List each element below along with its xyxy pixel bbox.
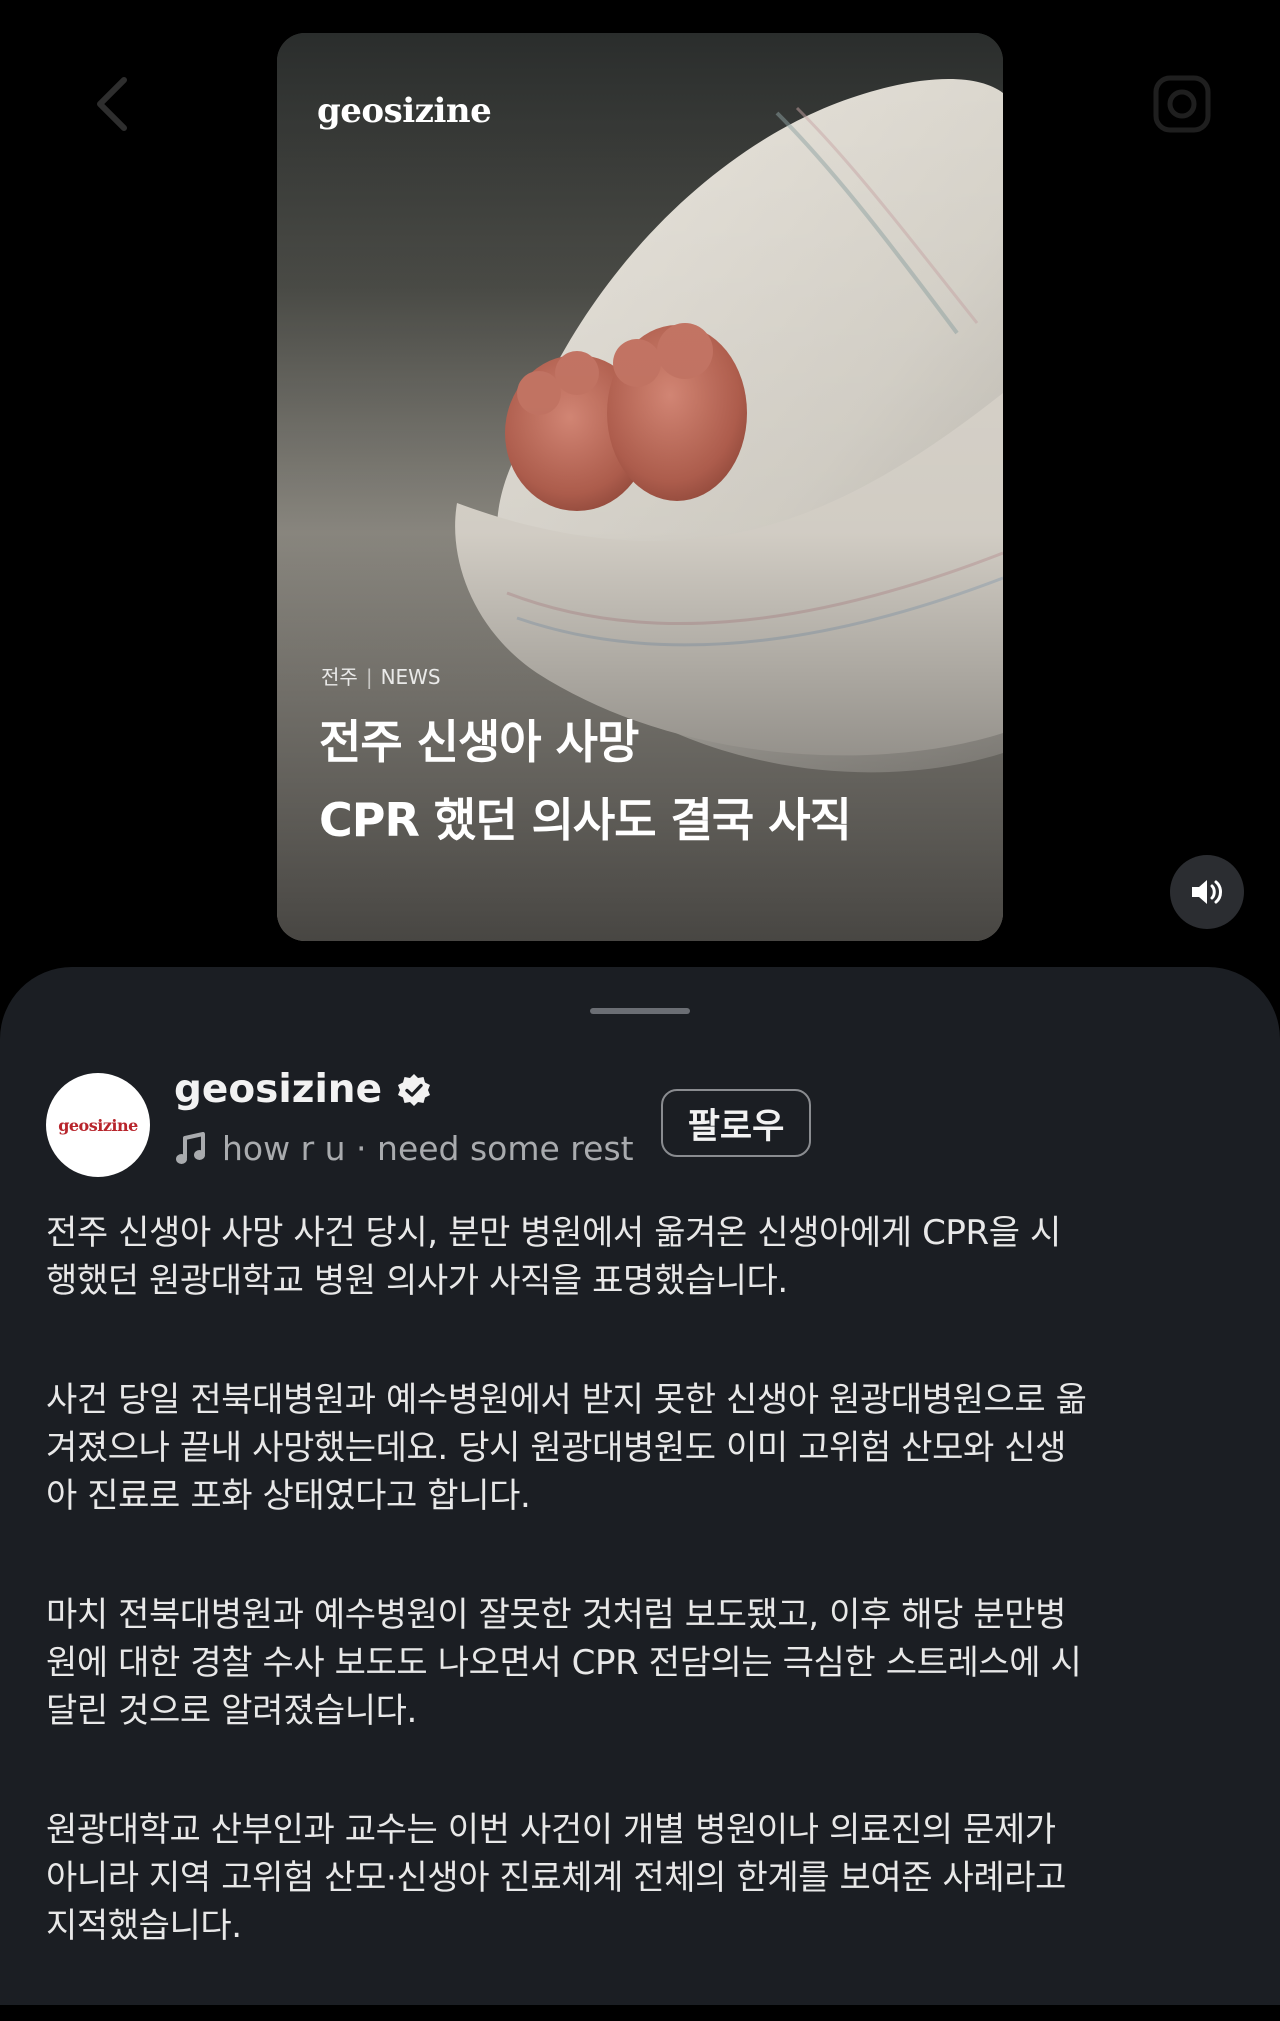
caption-line: 겨졌으나 끝내 사망했는데요. 당시 원광대병원도 이미 고위험 산모와 신생: [46, 1428, 1067, 1468]
music-note-icon: [176, 1131, 205, 1164]
account-name[interactable]: geosizine: [174, 1067, 432, 1112]
caption-line: 아 진료로 포화 상태였다고 합니다.: [46, 1476, 531, 1516]
caption-line: 달린 것으로 알려졌습니다.: [46, 1691, 417, 1731]
avatar[interactable]: geosizine: [46, 1073, 150, 1177]
avatar-logo-text: geosizine: [58, 1115, 138, 1135]
verified-badge-icon: [398, 1073, 431, 1106]
caption-line: 전주 신생아 사망 사건 당시, 분만 병원에서 옮겨온 신생아에게 CPR을 …: [46, 1213, 1061, 1253]
category-region: 전주: [321, 665, 358, 689]
camera-icon[interactable]: [1150, 72, 1214, 136]
headline-line: CPR 했던 의사도 결국 사직: [319, 793, 852, 847]
headline-line: 전주 신생아 사망: [319, 715, 639, 769]
caption-paragraph: 전주 신생아 사망 사건 당시, 분만 병원에서 옮겨온 신생아에게 CPR을 …: [46, 1209, 1242, 1305]
category-separator: |: [365, 665, 373, 689]
drag-handle[interactable]: [590, 1008, 690, 1014]
chevron-left-icon[interactable]: [92, 74, 132, 134]
follow-button[interactable]: 팔로우: [661, 1089, 811, 1157]
music-track[interactable]: how r u · need some rest: [176, 1129, 634, 1168]
caption-line: 아니라 지역 고위험 산모·신생아 진료체계 전체의 한계를 보여준 사례라고: [46, 1858, 1067, 1898]
caption-line: 사건 당일 전북대병원과 예수병원에서 받지 못한 신생아 원광대병원으로 옮: [46, 1380, 1087, 1420]
caption-line: 원에 대한 경찰 수사 보도도 나오면서 CPR 전담의는 극심한 스트레스에 …: [46, 1643, 1082, 1683]
caption-paragraph: 마치 전북대병원과 예수병원이 잘못한 것처럼 보도됐고, 이후 해당 분만병 …: [46, 1591, 1242, 1735]
caption-line: 행했던 원광대학교 병원 의사가 사직을 표명했습니다.: [46, 1261, 788, 1301]
account-name-label: geosizine: [174, 1067, 383, 1112]
sound-toggle-button[interactable]: [1170, 855, 1244, 929]
caption-line: 마치 전북대병원과 예수병원이 잘못한 것처럼 보도됐고, 이후 해당 분만병: [46, 1595, 1067, 1635]
speaker-icon: [1192, 880, 1222, 904]
caption-body: 전주 신생아 사망 사건 당시, 분만 병원에서 옮겨온 신생아에게 CPR을 …: [46, 1209, 1242, 2021]
caption-line: 지적했습니다.: [46, 1906, 242, 1946]
music-track-label: how r u · need some rest: [222, 1129, 634, 1168]
card-category: 전주 | NEWS: [321, 661, 441, 690]
story-card[interactable]: geosizine 전주 | NEWS 전주 신생아 사망 CPR 했던 의사도 결…: [277, 33, 1003, 941]
card-headline: 전주 신생아 사망 CPR 했던 의사도 결국 사직: [319, 703, 979, 859]
caption-line: 원광대학교 산부인과 교수는 이번 사건이 개별 병원이나 의료진의 문제가: [46, 1810, 1056, 1850]
caption-paragraph: 원광대학교 산부인과 교수는 이번 사건이 개별 병원이나 의료진의 문제가 아…: [46, 1806, 1242, 1950]
caption-paragraph: 사건 당일 전북대병원과 예수병원에서 받지 못한 신생아 원광대병원으로 옮 …: [46, 1376, 1242, 1520]
caption-sheet: geosizine geosizine how r u · need some …: [0, 967, 1280, 2005]
card-brand-logo: geosizine: [317, 91, 492, 131]
story-viewer: geosizine 전주 | NEWS 전주 신생아 사망 CPR 했던 의사도 결…: [0, 0, 1280, 990]
category-tag: NEWS: [380, 665, 441, 689]
